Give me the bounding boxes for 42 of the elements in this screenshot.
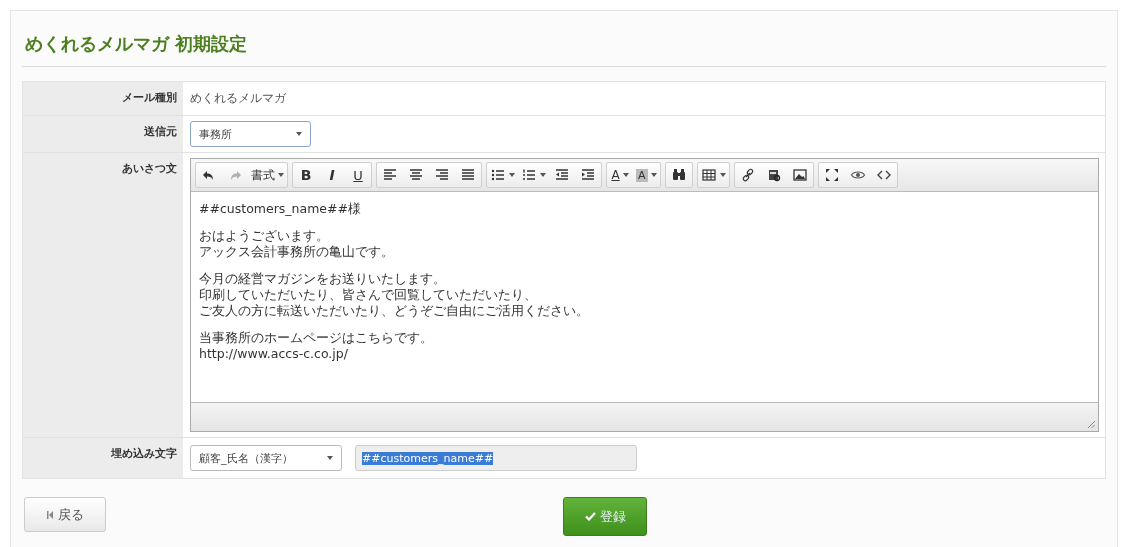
bullet-list-icon	[490, 167, 506, 183]
align-left-icon	[382, 167, 398, 183]
format-button[interactable]: 書式	[248, 163, 287, 187]
caret-icon	[327, 456, 333, 460]
text-line: アックス会計事務所の亀山です。	[199, 244, 395, 260]
text-line: 今月の経営マガジンをお送りいたします。	[199, 271, 447, 287]
field-value: めくれるメルマガ	[190, 91, 286, 105]
skip-back-icon	[46, 510, 53, 519]
resize-handle-icon[interactable]	[1088, 421, 1095, 428]
text-line: 当事務所のホームページはこちらです。	[199, 330, 434, 346]
caret-icon	[296, 132, 302, 136]
text-line: ご友人の方に転送いただいたり、どうぞご自由にご活用ください。	[199, 303, 590, 319]
indent-icon	[580, 167, 596, 183]
back-button[interactable]: 戻る	[24, 497, 106, 532]
image-icon	[791, 167, 808, 183]
table-icon	[700, 167, 717, 183]
binoculars-icon	[670, 167, 687, 183]
align-right-icon	[434, 167, 450, 183]
field-label: 埋め込み文字	[111, 446, 177, 461]
field-label: あいさつ文	[122, 161, 177, 176]
outdent-icon	[554, 167, 570, 183]
input-field[interactable]: ##customers_name##	[355, 445, 637, 471]
italic-button[interactable]: I	[319, 163, 345, 187]
page-title: めくれるメルマガ 初期設定	[25, 32, 248, 56]
dropdown[interactable]: 事務所	[190, 121, 311, 147]
underline-button[interactable]: U	[345, 163, 371, 187]
text-line: ##customers_name##様	[199, 201, 362, 217]
text-line: 印刷していただいたり、皆さんで回覧していただいたり、	[199, 287, 538, 303]
text-color-button[interactable]: A	[607, 163, 633, 187]
check-icon	[584, 512, 596, 521]
field-label: メール種別	[122, 90, 177, 105]
align-center-icon	[408, 167, 424, 183]
text-line: http://www.accs-c.co.jp/	[199, 346, 349, 362]
bold-button[interactable]: B	[293, 163, 319, 187]
dropdown[interactable]: 顧客_氏名（漢字）	[190, 445, 342, 471]
highlight-color-button[interactable]: A	[633, 163, 660, 187]
field-label: 送信元	[144, 124, 177, 139]
editor-content-area[interactable]: ##customers_name##様 おはようございます。 アックス会計事務所の亀山です。 今月の経営マガジンをお送りいたします。 印刷していただいたり、皆さんで回覧していただいたり、 ご友人の方に転送いただいたり、どうぞご自由にご活用ください。 当事務所のホームページはこちらです。 http://www.accs-c.co.jp/	[191, 192, 1098, 402]
align-justify-icon	[460, 167, 476, 183]
text-line: おはようございます。	[199, 228, 330, 244]
fullscreen-icon	[823, 167, 840, 183]
numbered-list-icon	[521, 167, 537, 183]
